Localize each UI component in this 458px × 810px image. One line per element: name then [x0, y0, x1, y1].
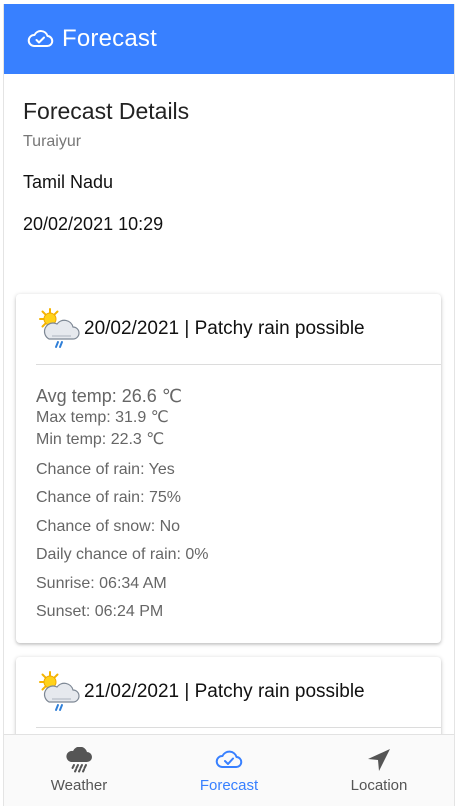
cloud-icon — [214, 747, 244, 773]
card-body: Avg temp: 26.6 ℃ Max temp: 31.9 ℃ Min te… — [16, 365, 441, 622]
datetime: 20/02/2021 10:29 — [23, 214, 164, 234]
chance-of-snow: Chance of snow: No — [36, 517, 181, 535]
card-header: 20/02/2021 | Patchy rain possible — [16, 294, 441, 364]
tab-forecast[interactable]: Forecast — [154, 735, 304, 806]
card-title: 21/02/2021 | Patchy rain possible — [84, 681, 365, 702]
card-title: 20/02/2021 | Patchy rain possible — [84, 318, 365, 339]
avg-temp: Avg temp: 26.6 ℃ — [36, 386, 182, 406]
patchy-rain-icon — [36, 670, 82, 714]
sunrise: Sunrise: 06:34 AM — [36, 574, 167, 592]
rain-cloud-icon — [64, 747, 94, 773]
min-temp: Min temp: 22.3 ℃ — [36, 431, 165, 448]
forecast-card: 20/02/2021 | Patchy rain possible Avg te… — [16, 294, 441, 643]
forecast-details: Forecast Details Turaiyur Tamil Nadu 20/… — [4, 74, 454, 235]
forecast-card: 21/02/2021 | Patchy rain possible — [16, 657, 441, 734]
page-title: Forecast — [62, 25, 157, 52]
state-name: Tamil Nadu — [23, 172, 114, 192]
tab-label: Location — [350, 777, 408, 794]
daily-chance-of-rain: Daily chance of rain: 0% — [36, 546, 209, 563]
divider — [36, 727, 441, 728]
tab-bar: Weather Forecast Location — [4, 734, 454, 806]
details-heading: Forecast Details — [23, 98, 190, 124]
chance-of-rain-percent: Chance of rain: 75% — [36, 489, 181, 506]
patchy-rain-icon — [36, 307, 82, 351]
tab-label: Weather — [50, 777, 108, 794]
tab-weather[interactable]: Weather — [4, 735, 154, 806]
sunset: Sunset: 06:24 PM — [36, 603, 164, 620]
tab-location[interactable]: Location — [304, 735, 454, 806]
cloud-icon — [26, 28, 54, 50]
card-header: 21/02/2021 | Patchy rain possible — [16, 657, 441, 727]
chance-of-rain: Chance of rain: Yes — [36, 460, 175, 478]
toolbar: Forecast — [4, 4, 454, 74]
content[interactable]: Forecast Details Turaiyur Tamil Nadu 20/… — [4, 74, 454, 734]
app-frame: Forecast Forecast Details Turaiyur Tamil… — [3, 4, 455, 806]
city-name: Turaiyur — [23, 133, 82, 150]
tab-label: Forecast — [199, 777, 259, 794]
max-temp: Max temp: 31.9 ℃ — [36, 409, 169, 426]
navigate-arrow-icon — [364, 747, 394, 773]
